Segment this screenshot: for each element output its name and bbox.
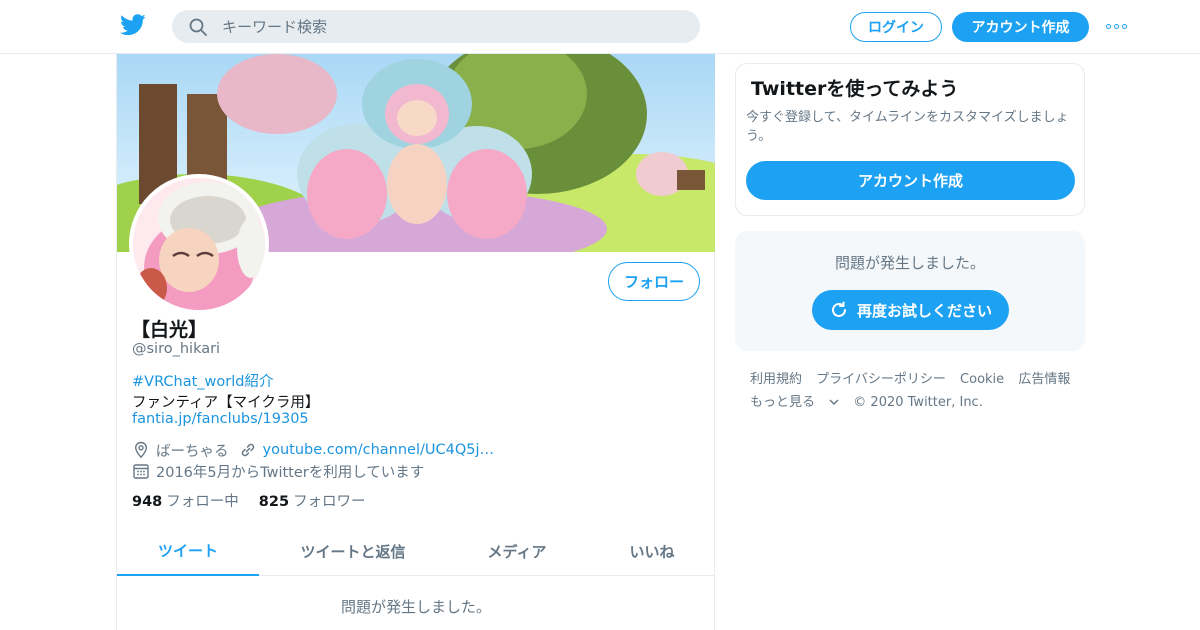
bio-text: ファンティア【マイクラ用】	[132, 395, 320, 411]
timeline-error-message: 問題が発生しました。	[340, 598, 491, 616]
bio-fantia-link[interactable]: fantia.jp/fanclubs/19305	[132, 411, 309, 427]
retry-label: 再度お試しください	[856, 301, 992, 320]
followers-count: 825	[258, 494, 290, 510]
profile-column: フォロー 【白光】 @siro_hikari #VRChat_world紹介 フ…	[116, 54, 715, 630]
login-button[interactable]: ログイン	[850, 12, 942, 42]
footer-more-link[interactable]: もっと見る	[750, 395, 839, 410]
profile-location: ばーちゃる	[156, 443, 229, 460]
following-stat[interactable]: 948 フォロー中	[132, 490, 239, 511]
footer-link-privacy[interactable]: プライバシーポリシー	[816, 372, 946, 387]
profile-avatar[interactable]	[129, 174, 269, 314]
footer-link-terms[interactable]: 利用規約	[750, 372, 802, 387]
search-box[interactable]	[172, 10, 700, 43]
signup-card-title: Twitterを使ってみよう	[751, 78, 959, 100]
more-dots-icon[interactable]	[1106, 20, 1130, 32]
footer-more-label: もっと見る	[750, 395, 816, 410]
chevron-down-icon	[829, 399, 839, 405]
following-label: フォロー中	[166, 494, 239, 510]
bio-hashtag-link[interactable]: #VRChat_world紹介	[132, 370, 273, 391]
follow-button[interactable]: フォロー	[608, 262, 700, 301]
calendar-icon	[133, 464, 149, 479]
location-pin-icon	[134, 441, 148, 459]
search-icon	[189, 18, 207, 36]
profile-handle: @siro_hikari	[132, 341, 221, 357]
sidebar-footer: 利用規約 プライバシーポリシー Cookie 広告情報 もっと見る © 2020…	[750, 368, 1085, 414]
footer-link-ads[interactable]: 広告情報	[1018, 372, 1070, 387]
signup-card-description: 今すぐ登録して、タイムラインをカスタマイズしましょう。	[746, 110, 1069, 144]
signup-card-button[interactable]: アカウント作成	[746, 161, 1075, 200]
profile-stats: 948 フォロー中 825 フォロワー	[132, 490, 366, 511]
link-icon	[241, 443, 254, 457]
footer-link-cookie[interactable]: Cookie	[960, 372, 1004, 387]
profile-tabs: ツイート ツイートと返信 メディア いいね	[117, 526, 715, 576]
retry-button[interactable]: 再度お試しください	[812, 290, 1009, 330]
tab-tweets[interactable]: ツイート	[117, 526, 259, 576]
footer-copyright: © 2020 Twitter, Inc.	[853, 395, 983, 410]
signup-card: Twitterを使ってみよう 今すぐ登録して、タイムラインをカスタマイズしましょ…	[735, 63, 1085, 216]
top-navigation-bar: ログイン アカウント作成	[0, 0, 1200, 54]
sidebar-error-message: 問題が発生しました。	[834, 254, 985, 272]
tab-likes[interactable]: いいね	[607, 526, 697, 576]
profile-website-link[interactable]: youtube.com/channel/UC4Q5j…	[263, 442, 495, 458]
followers-stat[interactable]: 825 フォロワー	[259, 490, 366, 511]
twitter-bird-icon[interactable]	[120, 14, 146, 36]
profile-name: 【白光】	[131, 319, 208, 341]
profile-joined-date: 2016年5月からTwitterを利用しています	[156, 464, 425, 481]
signup-button[interactable]: アカウント作成	[952, 12, 1089, 42]
refresh-icon	[832, 301, 846, 317]
search-input[interactable]	[222, 10, 682, 43]
tab-media[interactable]: メディア	[467, 526, 567, 576]
followers-label: フォロワー	[293, 494, 366, 510]
following-count: 948	[132, 494, 163, 510]
sidebar-error-card: 問題が発生しました。 再度お試しください	[735, 231, 1085, 351]
profile-meta-row: ばーちゃる youtube.com/channel/UC4Q5j…	[132, 440, 494, 460]
tab-tweets-and-replies[interactable]: ツイートと返信	[283, 526, 423, 576]
profile-joined-row: 2016年5月からTwitterを利用しています	[132, 461, 424, 481]
